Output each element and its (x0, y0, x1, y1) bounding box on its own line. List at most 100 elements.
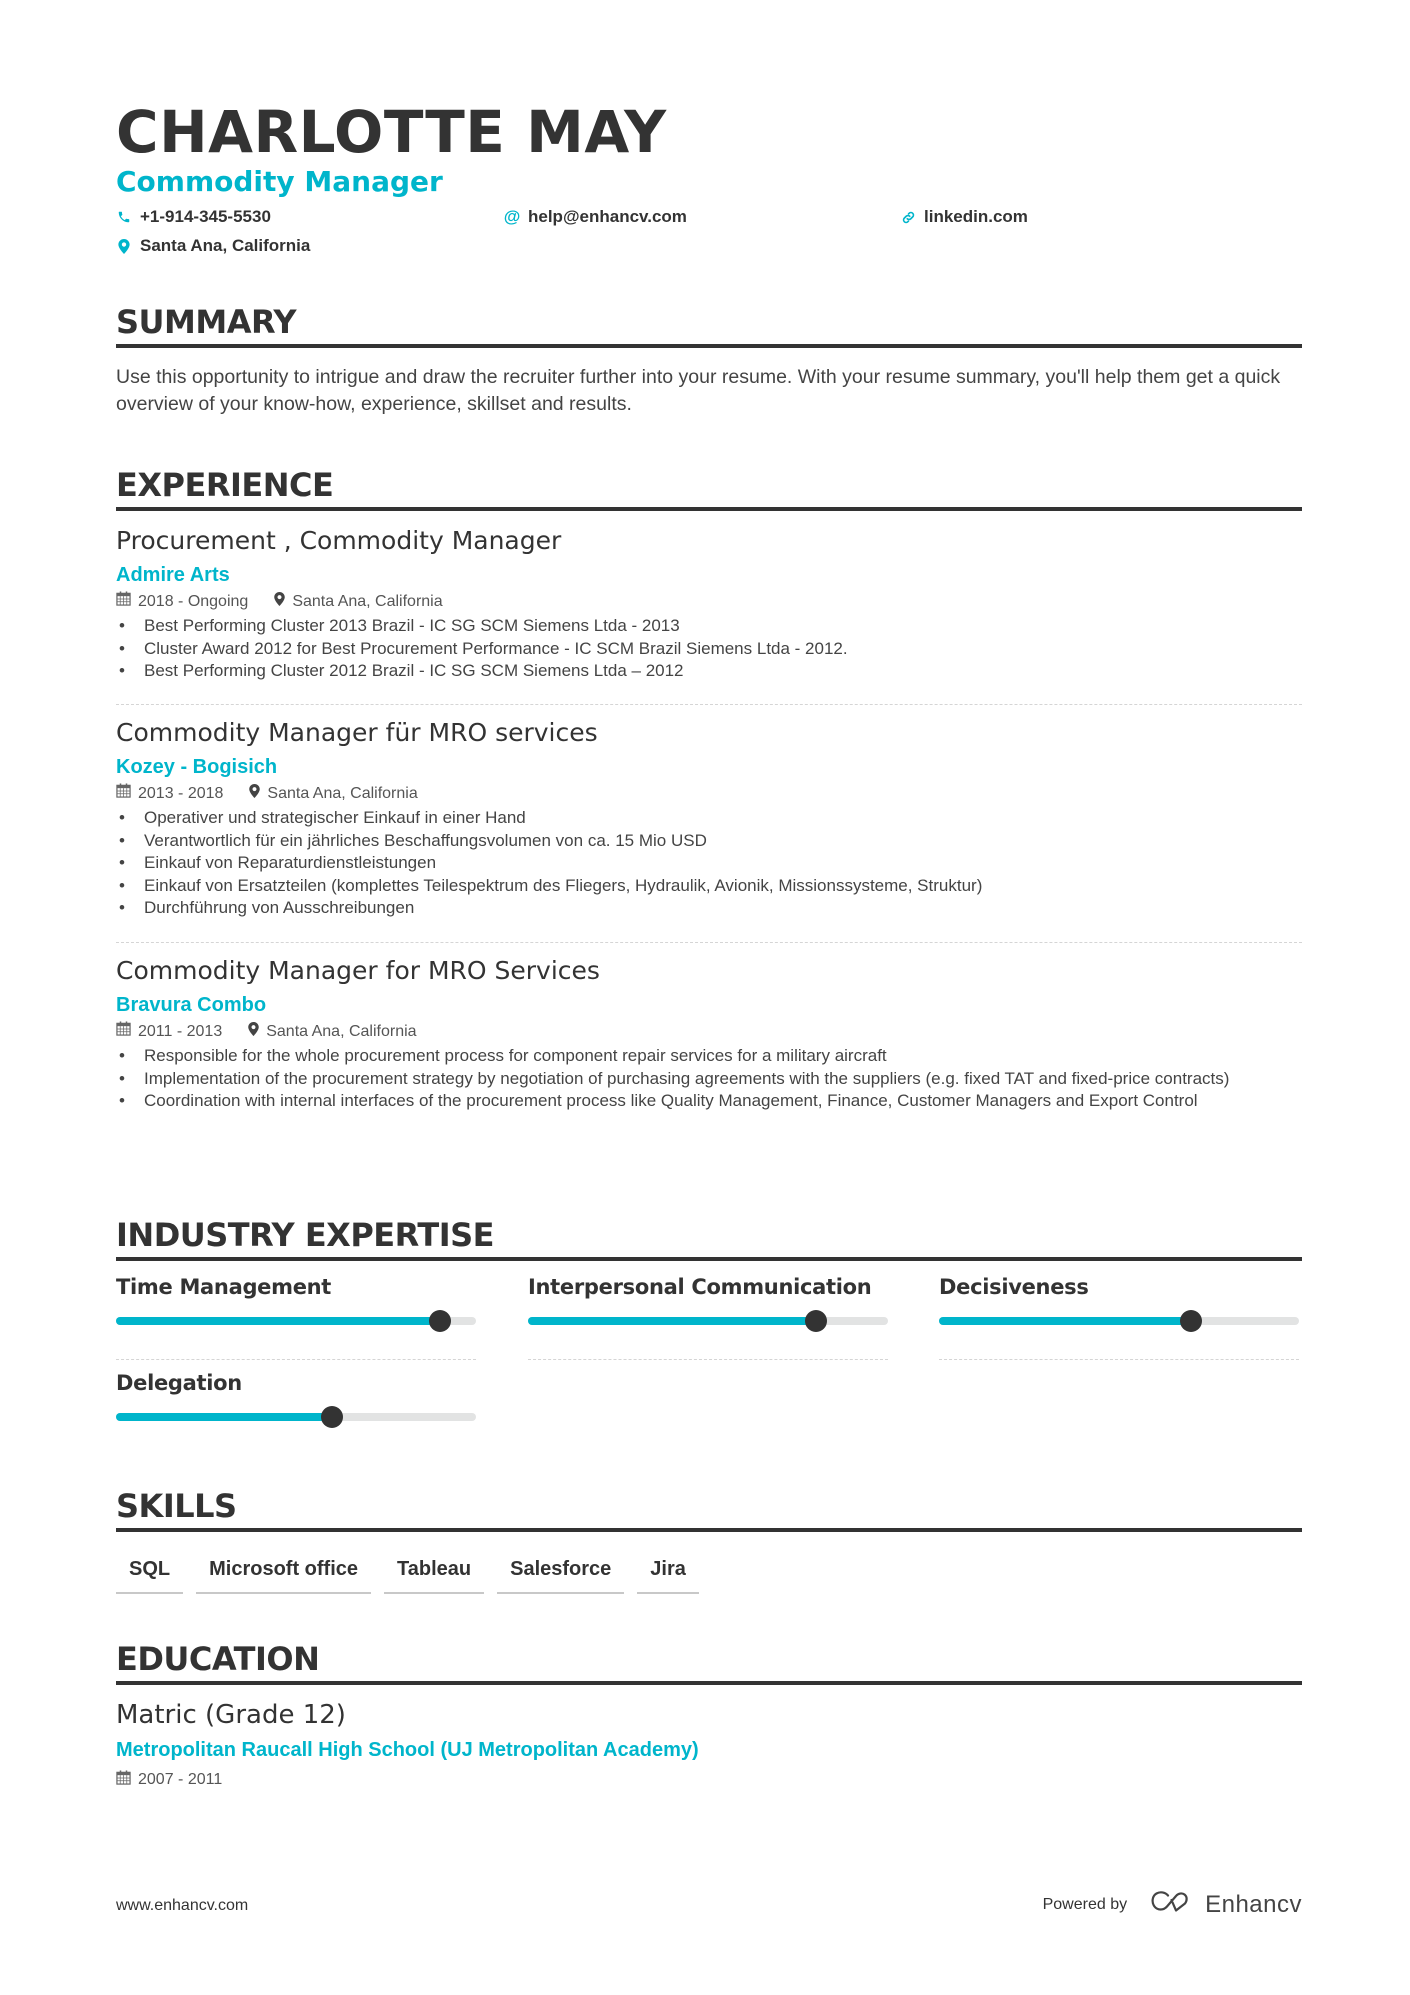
job-bullet: Verantwortlich für ein jährliches Bescha… (116, 830, 1302, 853)
location-text: Santa Ana, California (140, 236, 311, 255)
contact-location: Santa Ana, California (116, 236, 310, 256)
summary-text: Use this opportunity to intrigue and dra… (116, 366, 1281, 415)
calendar-icon (116, 1770, 131, 1790)
map-pin-icon (274, 591, 286, 613)
job-company: Kozey - Bogisich (116, 756, 278, 778)
enhancv-logo-icon (1149, 1889, 1195, 1920)
skills-tags: SQL Microsoft office Tableau Salesforce … (116, 1556, 699, 1594)
skill-tag: Microsoft office (196, 1556, 372, 1594)
job-bullet: Best Performing Cluster 2013 Brazil - IC… (116, 615, 1302, 638)
skills-heading: SKILLS (116, 1487, 237, 1525)
expertise-rule (116, 1257, 1302, 1261)
job-bullets: Operativer und strategischer Einkauf in … (116, 807, 1302, 920)
expertise-item: Decisiveness (939, 1275, 1299, 1360)
skill-tag: Jira (637, 1556, 699, 1594)
job-role: Procurement , Commodity Manager (116, 526, 562, 555)
job-bullet: Coordination with internal interfaces of… (116, 1090, 1302, 1113)
map-pin-icon (116, 238, 132, 254)
skill-tag: Tableau (384, 1556, 485, 1594)
expertise-slider-fill (116, 1413, 332, 1421)
experience-item: Procurement , Commodity Manager Admire A… (116, 524, 1302, 683)
contact-phone: +1-914-345-5530 (116, 207, 271, 227)
expertise-slider-track (939, 1310, 1299, 1332)
powered-by-text: Powered by (1042, 1895, 1128, 1913)
job-bullets: Best Performing Cluster 2013 Brazil - IC… (116, 615, 1302, 683)
expertise-slider-fill (939, 1317, 1191, 1325)
candidate-title: Commodity Manager (116, 165, 443, 198)
expertise-item: Delegation (116, 1371, 476, 1428)
map-pin-icon (249, 783, 261, 805)
job-dates: 2018 - Ongoing (116, 591, 248, 613)
expertise-slider-knob (429, 1310, 451, 1332)
job-company: Bravura Combo (116, 994, 267, 1016)
at-icon: @ (503, 207, 521, 226)
expertise-item: Interpersonal Communication (528, 1275, 888, 1360)
phone-icon (116, 209, 132, 225)
job-bullets: Responsible for the whole procurement pr… (116, 1045, 1302, 1113)
calendar-icon (116, 783, 131, 805)
job-bullet: Einkauf von Reparaturdienstleistungen (116, 852, 1302, 875)
job-bullet: Responsible for the whole procurement pr… (116, 1045, 1302, 1068)
contact-email[interactable]: @ help@enhancv.com (504, 207, 687, 227)
job-meta: 2011 - 2013 Santa Ana, California (116, 1021, 1302, 1043)
enhancv-wordmark: Enhancv (1205, 1890, 1302, 1918)
expertise-label: Time Management (116, 1275, 332, 1299)
email-link[interactable]: help@enhancv.com (528, 207, 687, 227)
job-bullet: Implementation of the procurement strate… (116, 1068, 1302, 1091)
expertise-label: Interpersonal Communication (528, 1275, 872, 1299)
expertise-item: Time Management (116, 1275, 476, 1360)
job-role: Commodity Manager für MRO services (116, 718, 598, 747)
experience-rule (116, 507, 1302, 511)
experience-item: Commodity Manager for MRO Services Bravu… (116, 954, 1302, 1113)
phone-text: +1-914-345-5530 (140, 207, 271, 226)
contact-website[interactable]: linkedin.com (900, 207, 1028, 227)
expertise-slider-track (116, 1406, 476, 1428)
job-company: Admire Arts (116, 564, 230, 586)
enhancv-logo[interactable]: Enhancv (1149, 1889, 1302, 1920)
expertise-heading: INDUSTRY EXPERTISE (116, 1216, 495, 1254)
candidate-name: CHARLOTTE MAY (116, 98, 667, 166)
expertise-slider-knob (321, 1406, 343, 1428)
expertise-label: Delegation (116, 1371, 242, 1395)
footer-website-link[interactable]: www.enhancv.com (116, 1897, 248, 1915)
skill-tag: SQL (116, 1556, 184, 1594)
job-location: Santa Ana, California (248, 1021, 417, 1043)
education-school: Metropolitan Raucall High School (UJ Met… (116, 1739, 699, 1761)
education-rule (116, 1681, 1302, 1685)
skill-tag: Salesforce (497, 1556, 625, 1594)
expertise-divider (528, 1359, 888, 1360)
job-bullet: Best Performing Cluster 2012 Brazil - IC… (116, 660, 1302, 683)
expertise-slider-knob (805, 1310, 827, 1332)
expertise-divider (116, 1359, 476, 1360)
job-bullet: Einkauf von Ersatzteilen (komplettes Tei… (116, 875, 1302, 898)
job-bullet: Operativer und strategischer Einkauf in … (116, 807, 1302, 830)
job-meta: 2018 - Ongoing Santa Ana, California (116, 591, 1302, 613)
summary-rule (116, 344, 1302, 348)
website-link[interactable]: linkedin.com (924, 207, 1028, 227)
map-pin-icon (248, 1021, 259, 1043)
expertise-slider-fill (528, 1317, 816, 1325)
expertise-label: Decisiveness (939, 1275, 1089, 1299)
education-degree: Matric (Grade 12) (116, 1700, 346, 1730)
education-dates: 2007 - 2011 (116, 1770, 222, 1790)
job-location: Santa Ana, California (274, 591, 443, 613)
job-location: Santa Ana, California (249, 783, 418, 805)
job-dates: 2013 - 2018 (116, 783, 223, 805)
footer-branding[interactable]: Powered by Enhancv (1043, 1889, 1302, 1920)
skills-rule (116, 1528, 1302, 1532)
education-heading: EDUCATION (116, 1640, 320, 1678)
expertise-slider-track (528, 1310, 888, 1332)
job-bullet: Durchführung von Ausschreibungen (116, 897, 1302, 920)
experience-divider (116, 942, 1302, 943)
link-icon (900, 209, 916, 225)
experience-item: Commodity Manager für MRO services Kozey… (116, 716, 1302, 920)
experience-heading: EXPERIENCE (116, 466, 334, 504)
expertise-divider (939, 1359, 1299, 1360)
expertise-slider-fill (116, 1317, 440, 1325)
calendar-icon (116, 1021, 131, 1043)
job-bullet: Cluster Award 2012 for Best Procurement … (116, 638, 1302, 661)
expertise-slider-track (116, 1310, 476, 1332)
calendar-icon (116, 591, 131, 613)
expertise-slider-knob (1180, 1310, 1202, 1332)
summary-heading: SUMMARY (116, 303, 297, 341)
